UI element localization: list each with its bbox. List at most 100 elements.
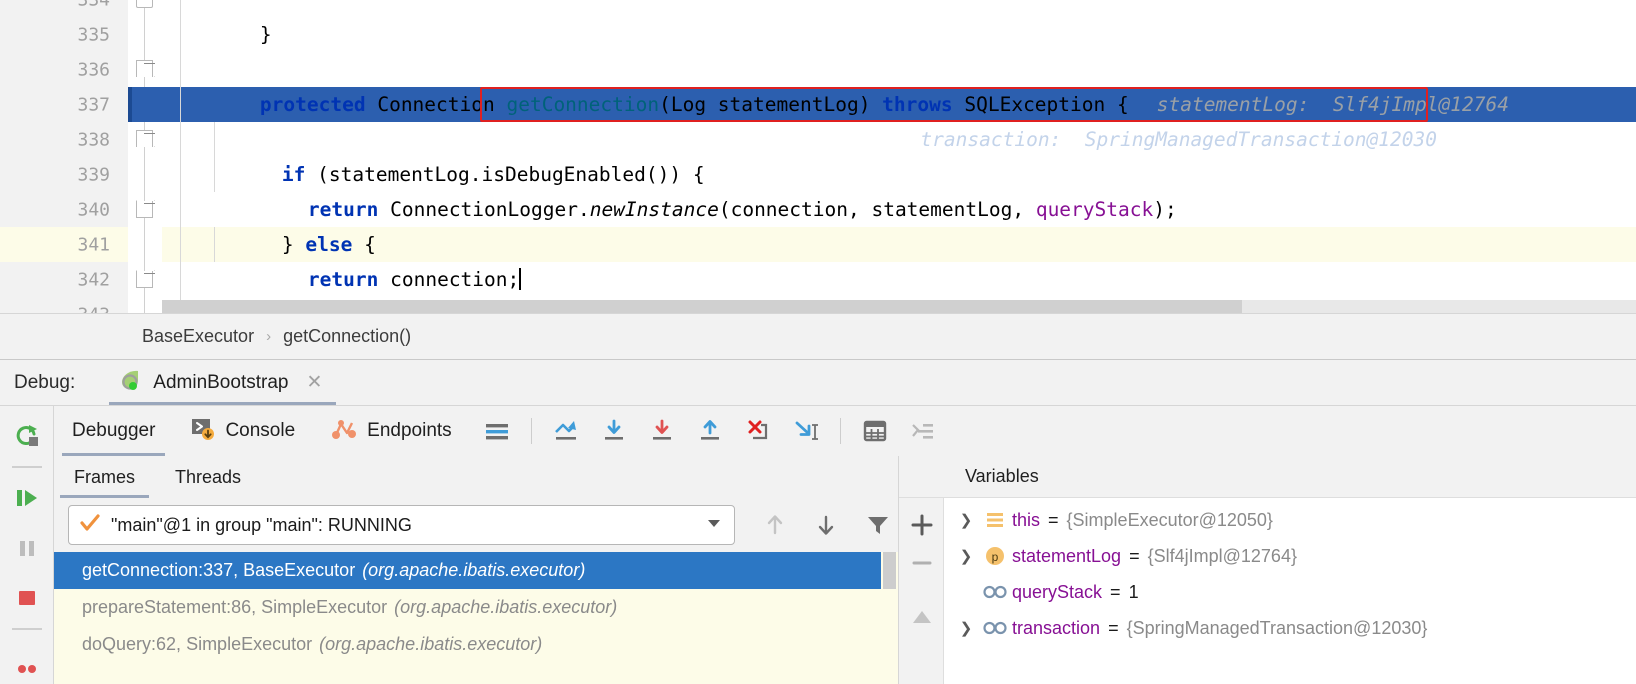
- add-watch-button[interactable]: [899, 506, 944, 544]
- variable-name: queryStack: [1012, 582, 1102, 603]
- frame-method: getConnection:337, BaseExecutor: [82, 560, 355, 581]
- fold-marker-334[interactable]: [136, 0, 153, 8]
- code-line-342: }: [162, 262, 1636, 297]
- frame-list-item[interactable]: doQuery:62, SimpleExecutor (org.apache.i…: [54, 626, 898, 663]
- breadcrumb: BaseExecutor › getConnection(): [0, 313, 1636, 360]
- code-line-339: return ConnectionLogger.newInstance(conn…: [162, 157, 1636, 192]
- fold-marker-342[interactable]: [136, 271, 153, 288]
- debug-tool-window-header: Debug: AdminBootstrap ✕: [0, 360, 1636, 405]
- filter-icon[interactable]: [858, 505, 898, 545]
- frame-package: (org.apache.ibatis.executor): [319, 634, 542, 655]
- svg-text:p: p: [992, 550, 999, 564]
- tab-endpoints[interactable]: Endpoints: [313, 406, 470, 456]
- stop-button[interactable]: [0, 576, 54, 620]
- line-number: 335: [77, 24, 110, 45]
- variable-name: this: [1012, 510, 1040, 531]
- breadcrumb-class[interactable]: BaseExecutor: [142, 326, 254, 347]
- variable-value: {SpringManagedTransaction@12030}: [1127, 618, 1428, 639]
- chevron-down-icon[interactable]: [704, 513, 724, 538]
- step-into-icon[interactable]: [645, 414, 679, 448]
- evaluate-expression-icon[interactable]: [858, 414, 892, 448]
- breakpoints-button[interactable]: [0, 640, 54, 684]
- equals-sign: =: [1108, 618, 1119, 639]
- tab-console-label: Console: [225, 420, 295, 442]
- scroll-up-button[interactable]: [899, 598, 944, 636]
- line-number: 343: [77, 304, 110, 313]
- code-editor[interactable]: 334 335 336 337 338 339 340 341 342 343: [0, 0, 1636, 313]
- frame-package: (org.apache.ibatis.executor): [362, 560, 585, 581]
- step-out-icon[interactable]: [693, 414, 727, 448]
- tab-console[interactable]: Console: [173, 406, 313, 456]
- close-icon[interactable]: ✕: [306, 371, 322, 394]
- debugger-panel: Debugger Console: [54, 405, 1636, 684]
- tab-threads-label: Threads: [175, 467, 241, 488]
- force-step-into-icon[interactable]: [741, 414, 775, 448]
- variable-value: 1: [1129, 582, 1139, 603]
- frames-scrollbar-thumb[interactable]: [883, 552, 896, 589]
- endpoints-icon: [331, 417, 357, 446]
- tab-threads[interactable]: Threads: [155, 456, 261, 498]
- line-number: 341: [77, 234, 110, 255]
- execution-line-gutter-highlight: [128, 87, 162, 122]
- console-icon: [191, 417, 215, 446]
- frames-scrollbar-track[interactable]: [881, 552, 898, 684]
- chevron-right-icon[interactable]: ❯: [954, 511, 978, 529]
- step-over-icon[interactable]: [597, 414, 631, 448]
- variables-list[interactable]: ❯ this = {SimpleExecutor@12050} ❯: [944, 498, 1636, 684]
- frames-list[interactable]: getConnection:337, BaseExecutor (org.apa…: [54, 552, 898, 684]
- tab-frames[interactable]: Frames: [54, 456, 155, 498]
- fold-gutter[interactable]: [128, 0, 162, 313]
- line-number: 342: [77, 269, 110, 290]
- thread-selector-row: "main"@1 in group "main": RUNNING: [54, 498, 898, 552]
- remove-watch-button[interactable]: [899, 544, 944, 582]
- debug-session-rail: [0, 405, 54, 684]
- variables-header: Variables: [899, 456, 1636, 498]
- code-line-334: }: [162, 0, 1636, 17]
- variable-row[interactable]: ❯ this = {SimpleExecutor@12050}: [944, 502, 1636, 538]
- fold-marker-340[interactable]: [136, 201, 153, 218]
- variable-row[interactable]: ❯ p statementLog = {Slf4jImpl@12764}: [944, 538, 1636, 574]
- frame-list-item[interactable]: prepareStatement:86, SimpleExecutor (org…: [54, 589, 898, 626]
- editor-hscrollbar-thumb[interactable]: [162, 300, 1242, 313]
- fold-marker-338[interactable]: [136, 130, 153, 147]
- show-execution-point-icon[interactable]: [549, 414, 583, 448]
- tab-endpoints-label: Endpoints: [367, 420, 452, 442]
- debug-window-label: Debug:: [14, 372, 75, 394]
- line-number: 340: [77, 199, 110, 220]
- stack-frame-icon: [978, 510, 1012, 530]
- editor-gutter[interactable]: 334 335 336 337 338 339 340 341 342 343: [0, 0, 128, 313]
- variable-value: {Slf4jImpl@12764}: [1148, 546, 1297, 567]
- variables-pane: Variables ❯: [899, 456, 1636, 684]
- rerun-button[interactable]: [0, 414, 54, 458]
- tab-debugger[interactable]: Debugger: [54, 406, 173, 456]
- frame-up-icon[interactable]: [755, 505, 795, 545]
- resume-program-button[interactable]: [0, 476, 54, 520]
- frame-package: (org.apache.ibatis.executor): [394, 597, 617, 618]
- frame-method: doQuery:62, SimpleExecutor: [82, 634, 312, 655]
- debugger-toolbar: Debugger Console: [54, 406, 1636, 456]
- checkmark-icon: [79, 512, 101, 539]
- thread-selector-value: "main"@1 in group "main": RUNNING: [111, 515, 704, 536]
- pause-program-button[interactable]: [0, 526, 54, 570]
- fold-marker-336[interactable]: [136, 60, 153, 77]
- breadcrumb-method[interactable]: getConnection(): [283, 326, 411, 347]
- debug-session-name: AdminBootstrap: [153, 372, 288, 394]
- line-number: 338: [77, 129, 110, 150]
- mute-breakpoints-icon[interactable]: [906, 414, 940, 448]
- frame-list-item[interactable]: getConnection:337, BaseExecutor (org.apa…: [54, 552, 898, 589]
- code-text-area[interactable]: } protected Connection getConnection(Log…: [162, 0, 1636, 313]
- frame-down-icon[interactable]: [807, 505, 847, 545]
- run-to-cursor-icon[interactable]: [789, 414, 823, 448]
- layout-settings-icon[interactable]: [480, 414, 514, 448]
- variables-title: Variables: [965, 466, 1039, 487]
- debug-session-tab-adminbootstrap[interactable]: AdminBootstrap ✕: [109, 360, 336, 405]
- variable-row[interactable]: ❯ transaction = {SpringManagedTransactio…: [944, 610, 1636, 646]
- variable-name: transaction: [1012, 618, 1100, 639]
- frames-threads-tabs: Frames Threads: [54, 456, 898, 498]
- code-line-341: return connection;: [162, 227, 1636, 262]
- line-number: 339: [77, 164, 110, 185]
- chevron-right-icon[interactable]: ❯: [954, 619, 978, 637]
- variable-row[interactable]: queryStack = 1: [944, 574, 1636, 610]
- chevron-right-icon[interactable]: ❯: [954, 547, 978, 565]
- thread-selector[interactable]: "main"@1 in group "main": RUNNING: [68, 505, 735, 545]
